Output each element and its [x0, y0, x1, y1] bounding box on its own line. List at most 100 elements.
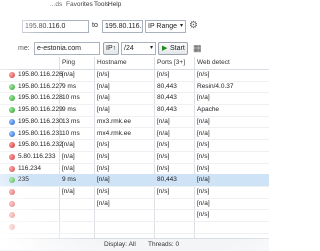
status-red-icon: [9, 224, 15, 231]
cell-web-detect: [n/s]: [197, 71, 210, 78]
columns-icon[interactable]: ▦: [193, 43, 202, 54]
column-hostname[interactable]: Hostname: [97, 59, 127, 66]
cell-ports: [n/a]: [157, 129, 170, 137]
cell-hostname: [n/a]: [97, 94, 110, 102]
cell-ping: 10 ms: [62, 129, 80, 137]
menu-item-tools[interactable]: Tools: [94, 1, 109, 8]
range-from-input[interactable]: 195.80.116.0: [22, 20, 89, 33]
gear-icon[interactable]: ⚙: [189, 20, 198, 31]
cell-hostname: [n/a]: [97, 176, 110, 184]
cell-ip: 195.80.116.228: [18, 94, 63, 102]
threads-count: Threads: 0: [148, 241, 180, 248]
cell-hostname: [n/s]: [97, 164, 110, 172]
cell-web-detect: [n/s]: [197, 164, 210, 172]
start-label: Start: [170, 45, 185, 52]
status-red-icon: [9, 189, 15, 195]
cell-ping: [n/a]: [62, 188, 75, 195]
chevron-down-icon: ▾: [149, 45, 153, 51]
status-red-icon: [9, 153, 15, 160]
status-green-icon: [9, 177, 15, 184]
cell-web-detect: [n/a]: [197, 199, 210, 207]
menu-bar: ...ds Favorites Tools Help: [0, 0, 269, 11]
cell-ports: [n/s]: [157, 164, 170, 172]
status-red-icon: [9, 165, 15, 172]
cell-ports: [n/s]: [157, 152, 170, 160]
cell-ip: 195.80.116.229: [18, 106, 63, 114]
column-ports[interactable]: Ports [3+]: [157, 59, 185, 66]
netmask-select[interactable]: /24 ▾: [121, 42, 156, 55]
cell-ping: 9 ms: [62, 106, 77, 114]
cell-ping: 13 ms: [62, 117, 80, 125]
netmask-value: /24: [124, 45, 134, 52]
cell-hostname: [n/s]: [97, 152, 110, 160]
cell-web-detect: [n/a]: [197, 94, 210, 102]
cell-ip: 116.234: [18, 164, 42, 172]
cell-ping: 9 ms: [62, 82, 77, 90]
hostname-label: me:: [18, 45, 30, 52]
hostname-input[interactable]: e-estonia.com: [34, 42, 100, 55]
cell-web-detect: Resin/4.0.37: [197, 82, 234, 90]
cell-ping: [n/a]: [62, 141, 75, 149]
cell-web-detect: [n/a]: [197, 176, 210, 184]
start-button[interactable]: ▶ Start: [158, 42, 188, 55]
cell-hostname: mx3.rmk.ee: [97, 117, 131, 125]
cell-ip: 5.80.116.233: [18, 152, 56, 160]
cell-web-detect: [n/s]: [197, 211, 210, 219]
cell-ports: [n/s]: [157, 71, 170, 78]
cell-ping: [n/a]: [62, 152, 75, 160]
cell-ip: 195.80.116.231: [18, 129, 63, 137]
cell-web-detect: [n/s]: [197, 188, 210, 195]
status-blue-icon: [9, 130, 15, 137]
column-web-detect[interactable]: Web detect: [197, 59, 230, 66]
menu-item-favorites[interactable]: Favorites: [66, 1, 93, 8]
cell-hostname: [n/s]: [97, 141, 110, 149]
cell-web-detect: [n/s]: [197, 152, 210, 160]
cell-ports: 80,443: [157, 176, 177, 184]
cell-hostname: [n/a]: [97, 82, 110, 90]
scan-mode-value: IP Range: [148, 23, 178, 30]
status-red-icon: [9, 72, 15, 78]
cell-ports: [n/s]: [157, 188, 170, 195]
cell-ports: 80,443: [157, 106, 177, 114]
cell-hostname: mx4.rmk.ee: [97, 129, 131, 137]
cell-hostname: [n/a]: [97, 106, 110, 114]
cell-ports: [n/a]: [157, 117, 170, 125]
cell-ports: 80,443: [157, 94, 177, 102]
cell-web-detect: [n/a]: [197, 117, 210, 125]
status-green-icon: [9, 107, 15, 114]
cell-ip: 195.80.116.226: [18, 71, 63, 78]
column-ping[interactable]: Ping: [62, 59, 75, 66]
play-icon: ▶: [162, 45, 168, 52]
status-red-icon: [9, 142, 15, 149]
status-red-icon: [9, 200, 15, 207]
status-green-icon: [9, 95, 15, 102]
scan-mode-select[interactable]: IP Range ▾: [145, 20, 186, 33]
status-green-icon: [9, 83, 15, 90]
status-red-icon: [9, 212, 15, 219]
cell-ip: 235: [18, 176, 29, 184]
status-blue-icon: [9, 118, 15, 125]
cell-web-detect: [n/s]: [197, 141, 210, 149]
cell-ip: 195.80.116.227: [18, 82, 63, 90]
display-filter[interactable]: Display: All: [104, 241, 136, 248]
cell-ping: [n/a]: [62, 164, 75, 172]
ip-lookup-button[interactable]: IP↑: [103, 42, 119, 55]
cell-ping: [n/a]: [62, 71, 75, 78]
cell-web-detect: Apache: [197, 106, 220, 114]
cell-hostname: [n/s]: [97, 71, 110, 78]
to-label: to: [92, 22, 98, 29]
cell-ping: 9 ms: [62, 176, 77, 184]
range-to-input[interactable]: 195.80.116.255: [102, 20, 143, 33]
chevron-down-icon: ▾: [179, 23, 183, 29]
cell-hostname: [n/s]: [97, 188, 110, 195]
cell-web-detect: [n/a]: [197, 129, 210, 137]
cell-ports: [n/s]: [157, 141, 170, 149]
table-row[interactable]: [0, 221, 269, 234]
status-bar: Display: All Threads: 0: [0, 238, 269, 251]
menu-item-help[interactable]: Help: [108, 1, 121, 8]
cell-ping: 10 ms: [62, 94, 80, 102]
cell-ports: 80,443: [157, 82, 177, 90]
menu-item-commands[interactable]: ...ds: [50, 1, 62, 8]
cell-ip: 195.80.116.232: [18, 141, 63, 149]
cell-ip: 195.80.116.230: [18, 117, 63, 125]
